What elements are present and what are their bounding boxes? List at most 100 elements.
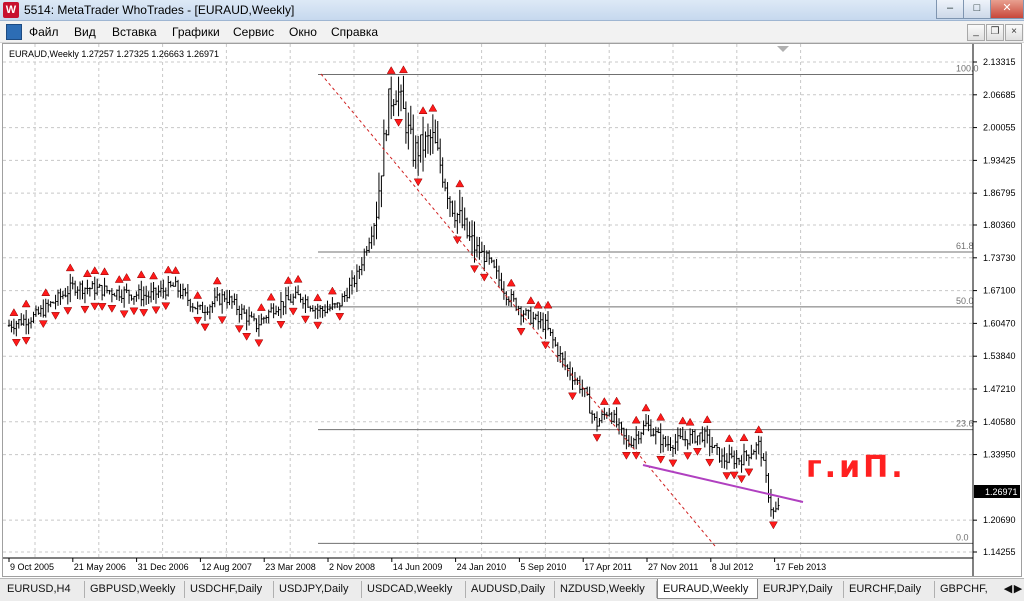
fractal-down-marker xyxy=(335,313,345,321)
purple-trend-line[interactable] xyxy=(642,464,804,503)
menu-help[interactable]: Справка xyxy=(331,25,378,39)
fractal-up-marker xyxy=(90,266,100,274)
dashed-trend-line[interactable] xyxy=(320,73,716,547)
tab-scroll-left-icon[interactable]: ◀ xyxy=(1003,581,1013,598)
tab-eurjpy-daily[interactable]: EURJPY,Daily xyxy=(758,581,844,598)
time-tick-label: 9 Oct 2005 xyxy=(10,562,54,572)
price-tick-label: 1.86795 xyxy=(983,188,1016,198)
time-tick-label: 24 Jan 2010 xyxy=(457,562,507,572)
tab-gbpchf[interactable]: GBPCHF, xyxy=(935,581,1002,598)
fractal-down-marker xyxy=(301,315,310,324)
time-tick-label: 21 May 2006 xyxy=(74,562,126,572)
app-logo-icon: W xyxy=(3,2,19,18)
time-tick-label: 14 Jun 2009 xyxy=(393,562,443,572)
fractal-up-marker xyxy=(41,288,51,296)
tab-eurusd-h4[interactable]: EURUSD,H4 xyxy=(2,581,85,598)
fractal-down-marker xyxy=(254,339,264,348)
maximize-button[interactable]: □ xyxy=(963,0,991,19)
menu-tools[interactable]: Сервис xyxy=(233,25,274,39)
price-tick-label: 1.60470 xyxy=(983,318,1016,328)
chart-window-icon[interactable] xyxy=(6,24,22,40)
fractal-down-marker xyxy=(51,312,60,320)
tab-audusd-daily[interactable]: AUDUSD,Daily xyxy=(466,581,555,598)
fractal-down-marker xyxy=(413,178,423,187)
menu-file[interactable]: Файл xyxy=(29,25,59,39)
ohlc-bars xyxy=(7,75,780,519)
time-axis: 9 Oct 2005 21 May 2006 31 Dec 2006 12 Aug 2… xyxy=(8,558,827,572)
fractal-up-marker xyxy=(678,416,688,425)
price-chart[interactable]: 100.0 61.8 50.0 23.6 0.0 EURAUD,Weekly 1.272… xyxy=(3,44,1021,576)
fractal-up-marker xyxy=(526,296,536,304)
price-tick-label: 1.73730 xyxy=(983,253,1016,263)
fractal-down-marker xyxy=(722,472,732,481)
menu-charts[interactable]: Графики xyxy=(172,25,220,39)
time-tick-label: 17 Feb 2013 xyxy=(776,562,827,572)
fractal-down-marker xyxy=(631,452,641,460)
mdi-restore-button[interactable]: ❐ xyxy=(986,24,1004,41)
fractal-up-marker xyxy=(21,299,31,308)
time-tick-label: 12 Aug 2007 xyxy=(201,562,252,572)
fractal-up-marker xyxy=(455,179,465,188)
menu-window[interactable]: Окно xyxy=(289,25,317,39)
menu-view[interactable]: Вид xyxy=(74,25,96,39)
fractal-down-marker xyxy=(276,321,286,329)
fractal-up-marker xyxy=(724,434,734,442)
fractal-up-marker xyxy=(533,300,543,309)
fractal-up-marker xyxy=(266,292,276,301)
mdi-minimize-button[interactable]: _ xyxy=(967,24,985,41)
fractal-up-marker xyxy=(82,269,92,277)
fractal-down-marker xyxy=(242,333,252,341)
fractal-down-marker xyxy=(768,521,778,530)
minimize-button[interactable]: – xyxy=(936,0,964,19)
fractal-down-marker xyxy=(38,320,48,329)
close-button[interactable]: ✕ xyxy=(990,0,1024,19)
fractal-up-marker xyxy=(122,272,132,281)
chart-shift-marker[interactable] xyxy=(777,46,789,52)
menu-insert[interactable]: Вставка xyxy=(112,25,157,39)
fractal-down-marker xyxy=(516,328,526,336)
tab-usdjpy-daily[interactable]: USDJPY,Daily xyxy=(274,581,362,598)
fractal-up-marker xyxy=(641,403,651,412)
price-tick-label: 1.80360 xyxy=(983,220,1016,230)
fractal-down-marker xyxy=(744,468,754,477)
fractal-down-marker xyxy=(656,455,666,464)
mdi-close-button[interactable]: × xyxy=(1005,24,1023,41)
fractal-up-marker xyxy=(256,303,266,311)
tab-usdchf-daily[interactable]: USDCHF,Daily xyxy=(185,581,274,598)
fractal-up-marker xyxy=(599,397,609,405)
fractal-down-marker xyxy=(470,265,479,274)
fractal-up-marker xyxy=(506,278,516,287)
fractal-down-marker xyxy=(21,337,31,345)
price-tick-label: 2.00055 xyxy=(983,123,1016,133)
fib-level-label: 0.0 xyxy=(956,532,969,542)
fractal-up-marker xyxy=(293,274,303,283)
time-tick-label: 17 Apr 2011 xyxy=(584,562,632,572)
fractal-up-marker xyxy=(612,396,622,405)
price-tick-label: 1.14255 xyxy=(983,547,1016,557)
fractal-down-marker xyxy=(11,339,21,347)
tab-gbpusd-weekly[interactable]: GBPUSD,Weekly xyxy=(85,581,185,598)
fractal-down-marker xyxy=(234,325,244,334)
tab-eurchf-daily[interactable]: EURCHF,Daily xyxy=(844,581,935,598)
price-axis: 2.13315 2.06685 2.00055 1.93425 1.86795 1.803… xyxy=(973,57,1016,557)
fractal-up-marker xyxy=(428,103,438,112)
tab-euraud-weekly[interactable]: EURAUD,Weekly xyxy=(657,579,758,599)
fractal-down-marker xyxy=(313,321,323,330)
tab-scroll-right-icon[interactable]: ▶ xyxy=(1013,581,1023,598)
price-tick-label: 1.47210 xyxy=(983,384,1016,394)
fractal-down-marker xyxy=(737,475,746,484)
chart-tabs: EURUSD,H4 GBPUSD,Weekly USDCHF,Daily USD… xyxy=(0,578,1024,601)
fractal-up-marker xyxy=(313,293,323,302)
fractal-down-marker xyxy=(129,307,139,316)
fib-level-label: 23.6 xyxy=(956,419,974,429)
tab-usdcad-weekly[interactable]: USDCAD,Weekly xyxy=(362,581,466,598)
fractal-up-marker xyxy=(171,266,181,274)
chart-window[interactable]: 100.0 61.8 50.0 23.6 0.0 EURAUD,Weekly 1.272… xyxy=(2,43,1022,577)
fractal-down-marker xyxy=(193,316,203,325)
price-tick-label: 1.93425 xyxy=(983,155,1016,165)
tab-nzdusd-weekly[interactable]: NZDUSD,Weekly xyxy=(555,581,657,598)
fractal-down-marker xyxy=(592,434,602,442)
fractal-down-marker xyxy=(568,392,577,401)
price-tick-label: 1.33950 xyxy=(983,450,1016,460)
time-tick-label: 5 Sep 2010 xyxy=(520,562,566,572)
